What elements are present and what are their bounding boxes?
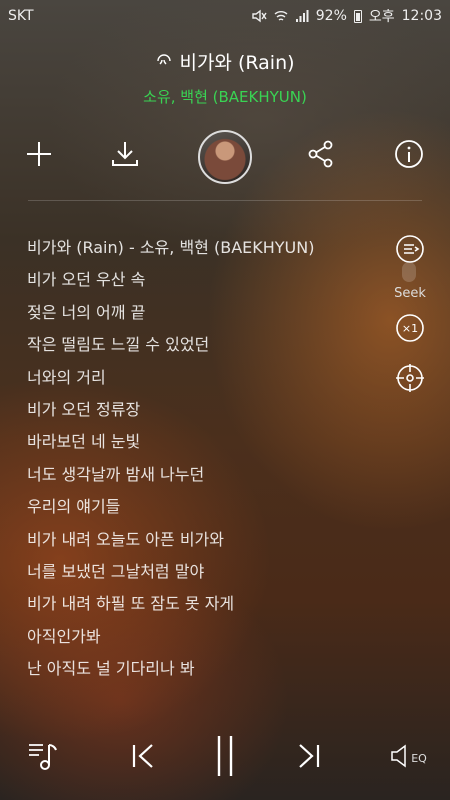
download-button[interactable] xyxy=(97,128,153,184)
previous-button[interactable] xyxy=(118,730,168,786)
seek-toggle[interactable] xyxy=(402,262,416,282)
divider xyxy=(28,200,422,201)
lyric-line: 우리의 얘기들 xyxy=(27,497,121,517)
skip-next-icon xyxy=(294,741,324,775)
lyric-line: 난 아직도 널 기다리나 봐 xyxy=(27,659,195,679)
skip-previous-icon xyxy=(128,741,158,775)
carrier-label: SKT xyxy=(8,8,34,24)
lyrics-panel[interactable]: 비가와 (Rain) - 소유, 백현 (BAEKHYUN) 비가 오던 우산 … xyxy=(27,232,387,685)
lyric-line: 비가 내려 하필 또 잠도 못 자게 xyxy=(27,594,235,614)
lyric-line: 젖은 너의 어깨 끝 xyxy=(27,302,146,322)
lyric-line: 비가 내려 오늘도 아픈 비가와 xyxy=(27,529,224,549)
playback-speed-button[interactable]: ×1 xyxy=(394,312,426,344)
add-to-playlist-button[interactable] xyxy=(11,128,67,184)
lyric-line: 비가 오던 우산 속 xyxy=(27,270,146,290)
album-art[interactable] xyxy=(198,130,252,184)
artist-name[interactable]: 소유, 백현 (BAEKHYUN) xyxy=(0,86,450,107)
speaker-icon xyxy=(389,743,409,773)
lyric-line: 작은 떨림도 느낄 수 있었던 xyxy=(27,335,210,355)
speed-label: ×1 xyxy=(401,321,419,335)
song-title-row: 비가와 (Rain) xyxy=(0,48,450,75)
signal-icon xyxy=(295,9,309,23)
song-title: 비가와 (Rain) xyxy=(179,52,295,74)
lyric-line: 너와의 거리 xyxy=(27,367,106,387)
battery-icon xyxy=(353,9,362,23)
pause-icon xyxy=(210,734,240,782)
share-button[interactable] xyxy=(293,128,349,184)
wifi-icon xyxy=(274,9,288,23)
playlist-button[interactable] xyxy=(18,730,68,786)
lyric-line: 아직인가봐 xyxy=(27,626,101,646)
battery-percent: 92% xyxy=(315,8,347,24)
status-bar: SKT 92% 오후 12:03 xyxy=(0,0,450,32)
mute-icon xyxy=(251,9,267,23)
lyric-line: 비가와 (Rain) - 소유, 백현 (BAEKHYUN) xyxy=(27,238,315,257)
lyric-line: 너를 보냈던 그날처럼 말야 xyxy=(27,561,205,581)
next-button[interactable] xyxy=(284,730,334,786)
eq-label: EQ xyxy=(411,751,427,765)
playback-controls: EQ xyxy=(0,730,450,786)
download-icon xyxy=(109,138,141,174)
pause-button[interactable] xyxy=(200,730,250,786)
playlist-music-icon xyxy=(23,736,63,780)
seek-label: Seek xyxy=(394,286,426,301)
equalizer-button[interactable]: EQ xyxy=(380,730,436,786)
crosshair-icon xyxy=(395,363,425,397)
ampm-label: 오후 xyxy=(368,9,395,25)
info-icon xyxy=(394,139,424,173)
share-icon xyxy=(306,139,336,173)
lyric-line: 너도 생각날까 밤새 나누던 xyxy=(27,464,205,484)
plus-icon xyxy=(24,139,54,173)
song-info-button[interactable] xyxy=(381,128,437,184)
lyric-line: 바라보던 네 눈빛 xyxy=(27,432,141,452)
clock: 12:03 xyxy=(401,8,442,24)
headphone-icon xyxy=(155,50,173,73)
lyric-line: 비가 오던 정류장 xyxy=(27,399,141,419)
lyrics-sync-button[interactable] xyxy=(394,364,426,396)
